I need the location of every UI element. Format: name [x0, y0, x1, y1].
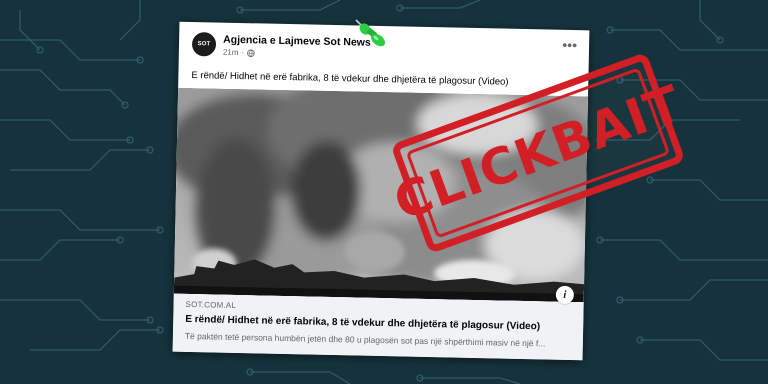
- pushpin-icon: [355, 19, 386, 47]
- link-description: Të paktën tetë persona humbën jetën dhe …: [184, 330, 546, 349]
- post-meta: 21m ·: [223, 48, 255, 58]
- post-caption: E rëndë/ Hidhet në erë fabrika, 8 të vde…: [191, 70, 509, 88]
- meta-separator: ·: [241, 48, 245, 58]
- page-name[interactable]: Agjencia e Lajmeve Sot News: [223, 34, 371, 49]
- avatar-logo-text: SOT: [197, 41, 211, 48]
- info-icon[interactable]: i: [555, 285, 575, 305]
- globe-icon: [247, 48, 255, 57]
- avatar[interactable]: SOT: [191, 32, 217, 57]
- link-domain: SOT.COM.AL: [185, 299, 237, 310]
- link-title[interactable]: E rëndë/ Hidhet në erë fabrika, 8 të vde…: [185, 314, 540, 332]
- more-horizontal-icon[interactable]: •••: [562, 37, 577, 53]
- post-timestamp[interactable]: 21m: [223, 48, 239, 57]
- link-preview[interactable]: i SOT.COM.AL E rëndë/ Hidhet në erë fabr…: [172, 285, 584, 361]
